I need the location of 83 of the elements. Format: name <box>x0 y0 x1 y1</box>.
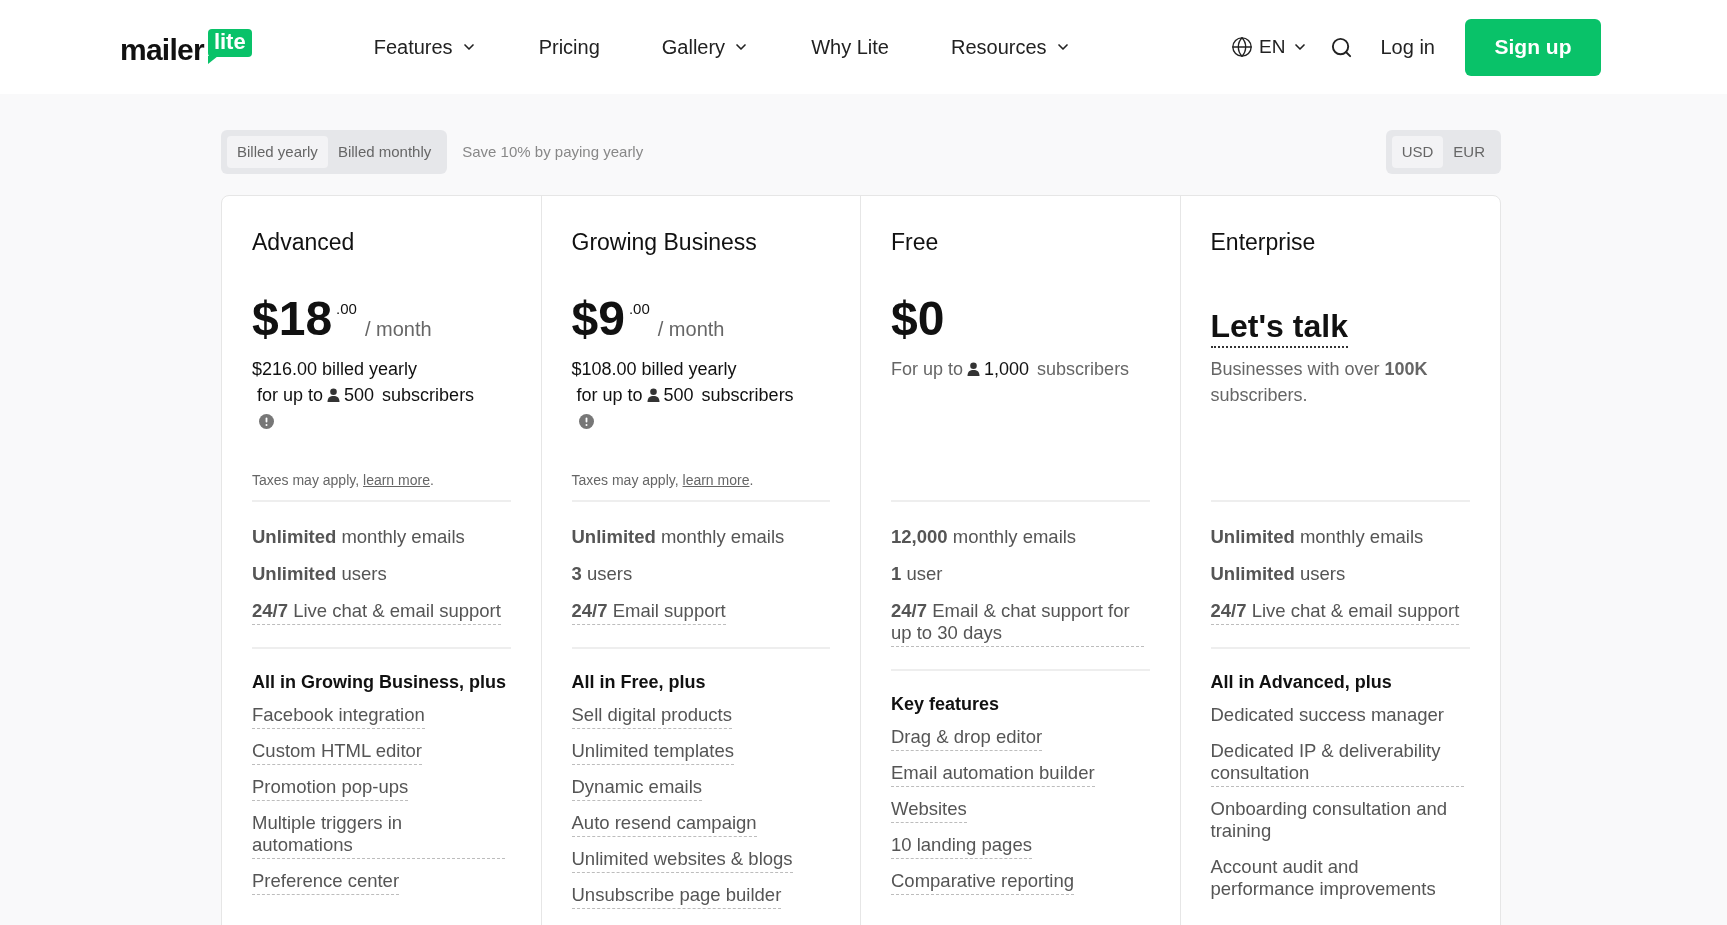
subscriber-count: 1,000 <box>984 358 1030 381</box>
nav-link[interactable]: Gallery <box>661 32 750 62</box>
feature-item: Drag & drop editor <box>891 726 1043 751</box>
logo[interactable]: mailer lite <box>120 29 252 65</box>
section-heading: Key features <box>891 693 1001 715</box>
price-period: / month <box>364 317 432 342</box>
feature-item: Unlimited monthly emails <box>571 526 785 549</box>
tax-note: Taxes may apply, learn more. <box>571 471 755 490</box>
contact-link[interactable]: Let's talk <box>1210 306 1348 348</box>
feature-item: Onboarding consultation and training <box>1210 798 1449 843</box>
globe-icon <box>1231 36 1254 58</box>
section-heading: All in Free, plus <box>571 671 707 693</box>
price: $9 <box>571 291 625 347</box>
feature-item: Facebook integration <box>252 704 425 729</box>
feature-item: Custom HTML editor <box>252 740 422 765</box>
feature-item: Unlimited users <box>1210 563 1346 586</box>
feature-item: Email automation builder <box>891 762 1095 787</box>
info-icon[interactable] <box>259 414 274 429</box>
billed-amount: $108.00 billed yearly <box>571 358 738 381</box>
price: $0 <box>891 291 945 347</box>
plan-name: Growing Business <box>571 228 758 256</box>
subscriber-count: 500 <box>663 384 694 407</box>
feature-item: 10 landing pages <box>891 834 1032 859</box>
billing-option[interactable]: Billed monthly <box>327 136 442 168</box>
feature-item: 24/7 Email support <box>571 600 726 625</box>
price-period: / month <box>657 317 725 342</box>
section-heading: All in Advanced, plus <box>1210 671 1393 693</box>
feature-item: Multiple triggers in automations <box>252 812 505 859</box>
subscriber-suffix: subscribers <box>382 384 475 407</box>
price: $18 <box>252 291 333 347</box>
feature-item: Unlimited websites & blogs <box>571 848 793 873</box>
savings-note: Save 10% by paying yearly <box>462 141 644 162</box>
billed-amount: $216.00 billed yearly <box>252 358 419 381</box>
plan-name: Enterprise <box>1210 228 1317 256</box>
nav-link[interactable]: Why Lite <box>811 32 889 62</box>
feature-item: 24/7 Live chat & email support <box>1210 600 1460 625</box>
feature-item: Auto resend campaign <box>571 812 757 837</box>
info-icon[interactable] <box>578 414 594 429</box>
tax-note: Taxes may apply, learn more. <box>252 471 435 490</box>
learn-more-link[interactable]: learn more <box>363 472 430 488</box>
feature-item: Promotion pop-ups <box>252 776 409 801</box>
language-selector[interactable]: EN <box>1231 32 1308 62</box>
feature-item: Unlimited templates <box>571 740 734 765</box>
price-cents: .00 <box>336 299 357 319</box>
feature-item: Dynamic emails <box>571 776 703 801</box>
feature-item: Unlimited monthly emails <box>1210 526 1424 549</box>
person-icon <box>967 362 981 376</box>
person-icon <box>327 388 341 402</box>
feature-item: Dedicated IP & deliverability consultation <box>1210 740 1464 787</box>
nav-link[interactable]: Features <box>373 32 477 62</box>
subscriber-prefix: for up to <box>576 384 643 407</box>
feature-item: Comparative reporting <box>891 870 1075 895</box>
feature-item: Dedicated success manager <box>1210 704 1444 727</box>
plan-name: Free <box>891 228 940 256</box>
nav-link[interactable]: Resources <box>950 32 1071 62</box>
subscriber-count: 500 <box>344 384 375 407</box>
subscriber-suffix: subscribers <box>1037 358 1130 381</box>
subscriber-suffix: subscribers <box>701 384 794 407</box>
feature-item: Unsubscribe page builder <box>571 884 782 909</box>
subscriber-prefix: For up to <box>891 358 964 381</box>
feature-item: 12,000 monthly emails <box>891 526 1077 549</box>
section-heading: All in Growing Business, plus <box>252 671 508 693</box>
nav-link[interactable]: Pricing <box>538 32 600 62</box>
feature-item: Unlimited users <box>252 563 387 586</box>
feature-item: 24/7 Live chat & email support <box>252 600 501 625</box>
feature-item: 1 user <box>891 563 943 586</box>
plan-name: Advanced <box>252 228 356 256</box>
billing-option[interactable]: Billed yearly <box>227 136 328 168</box>
feature-item: Sell digital products <box>571 704 732 729</box>
currency-option[interactable]: USD <box>1391 136 1444 168</box>
feature-item: Preference center <box>252 870 400 895</box>
feature-item: 3 users <box>571 563 633 586</box>
price-cents: .00 <box>628 299 650 319</box>
plan-description: Businesses with over 100K subscribers. <box>1210 358 1429 407</box>
feature-item: Websites <box>891 798 967 823</box>
feature-item: 24/7 Email & chat support for up to 30 days <box>891 600 1144 647</box>
subscriber-prefix: for up to <box>257 384 324 407</box>
search-icon[interactable] <box>1329 35 1353 59</box>
person-icon <box>646 388 660 402</box>
login-link[interactable]: Log in <box>1380 32 1435 62</box>
currency-option[interactable]: EUR <box>1443 136 1495 168</box>
feature-item: Unlimited monthly emails <box>252 526 465 549</box>
feature-item: Account audit and performance improvements <box>1210 856 1437 901</box>
